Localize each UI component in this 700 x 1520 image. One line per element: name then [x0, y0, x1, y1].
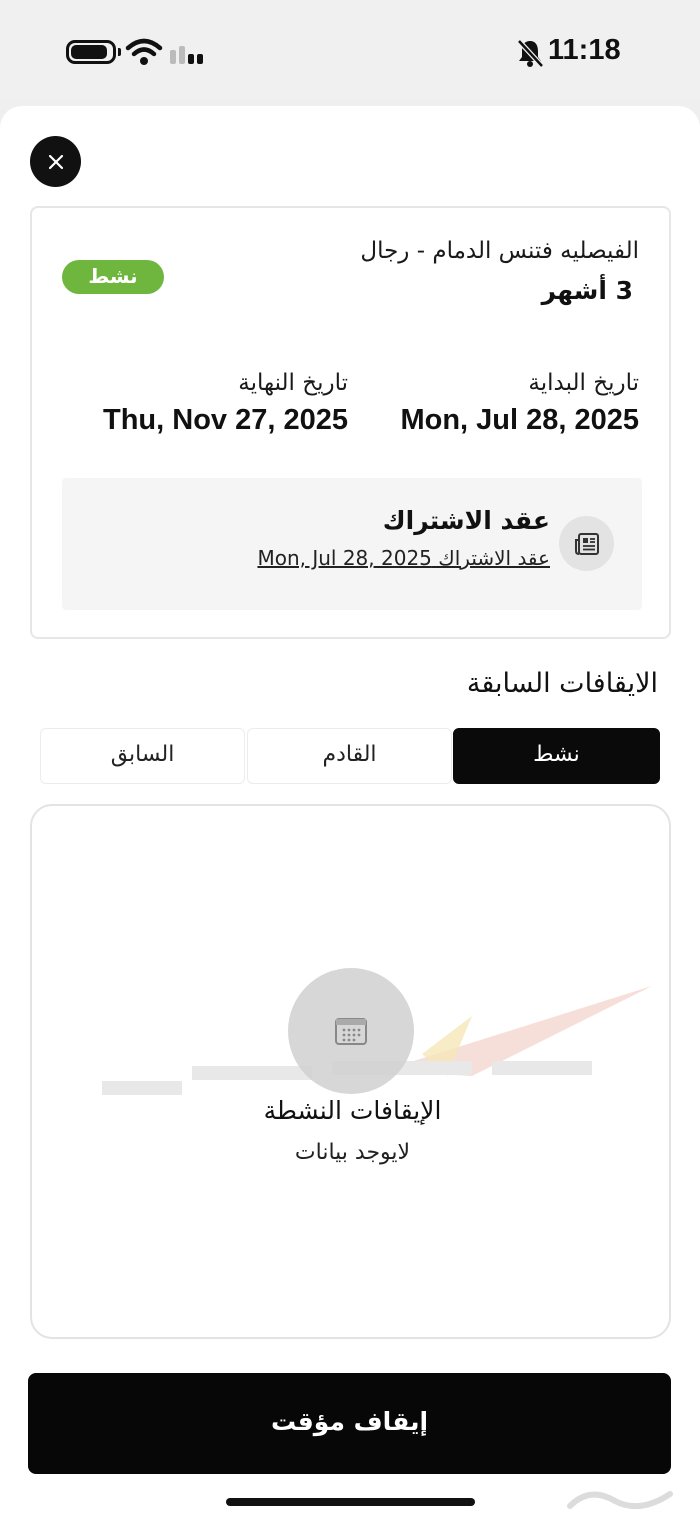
empty-state-panel: FITNESSTIME الإيقافات النشطة لايوجد بيان… — [30, 804, 671, 1339]
tab-active[interactable]: نشط — [453, 728, 660, 784]
calendar-icon — [288, 968, 414, 1094]
end-date-label: تاريخ النهاية — [238, 370, 348, 396]
status-time: 11:18 — [548, 34, 621, 66]
status-bar: 11:18 — [0, 0, 700, 100]
close-button[interactable] — [30, 136, 81, 187]
empty-state-title: الإيقافات النشطة — [263, 1096, 442, 1125]
empty-state-subtitle: لايوجد بيانات — [294, 1140, 411, 1165]
battery-icon — [66, 40, 121, 64]
start-date-value: Mon, Jul 28, 2025 — [400, 404, 639, 436]
newspaper-icon — [559, 516, 614, 571]
previous-freezes-title: الايقافات السابقة — [466, 668, 658, 699]
contract-link[interactable]: عقد الاشتراك Mon, Jul 28, 2025 — [257, 546, 550, 570]
pause-membership-button[interactable]: إيقاف مؤقت — [28, 1373, 671, 1474]
membership-card: نشط الفيصليه فتنس الدمام - رجال 3 أشهر ت… — [30, 206, 671, 639]
contract-title: عقد الاشتراك — [382, 506, 550, 535]
contract-row[interactable]: عقد الاشتراك عقد الاشتراك Mon, Jul 28, 2… — [62, 478, 642, 610]
club-name: الفيصليه فتنس الدمام - رجال — [360, 238, 639, 264]
bell-slash-icon — [517, 39, 544, 68]
home-indicator[interactable] — [226, 1498, 475, 1506]
tab-upcoming[interactable]: القادم — [247, 728, 452, 784]
freeze-tabs: نشط القادم السابق — [40, 728, 660, 784]
status-badge: نشط — [62, 260, 164, 294]
haraj-watermark — [567, 1491, 673, 1510]
start-date-label: تاريخ البداية — [528, 370, 639, 396]
close-icon — [48, 154, 63, 169]
tab-previous[interactable]: السابق — [40, 728, 245, 784]
wifi-icon — [125, 38, 163, 65]
cellular-signal-icon — [170, 42, 210, 64]
end-date-value: Thu, Nov 27, 2025 — [103, 404, 348, 436]
membership-duration: 3 أشهر — [541, 276, 633, 305]
membership-detail-sheet: نشط الفيصليه فتنس الدمام - رجال 3 أشهر ت… — [0, 106, 700, 1520]
